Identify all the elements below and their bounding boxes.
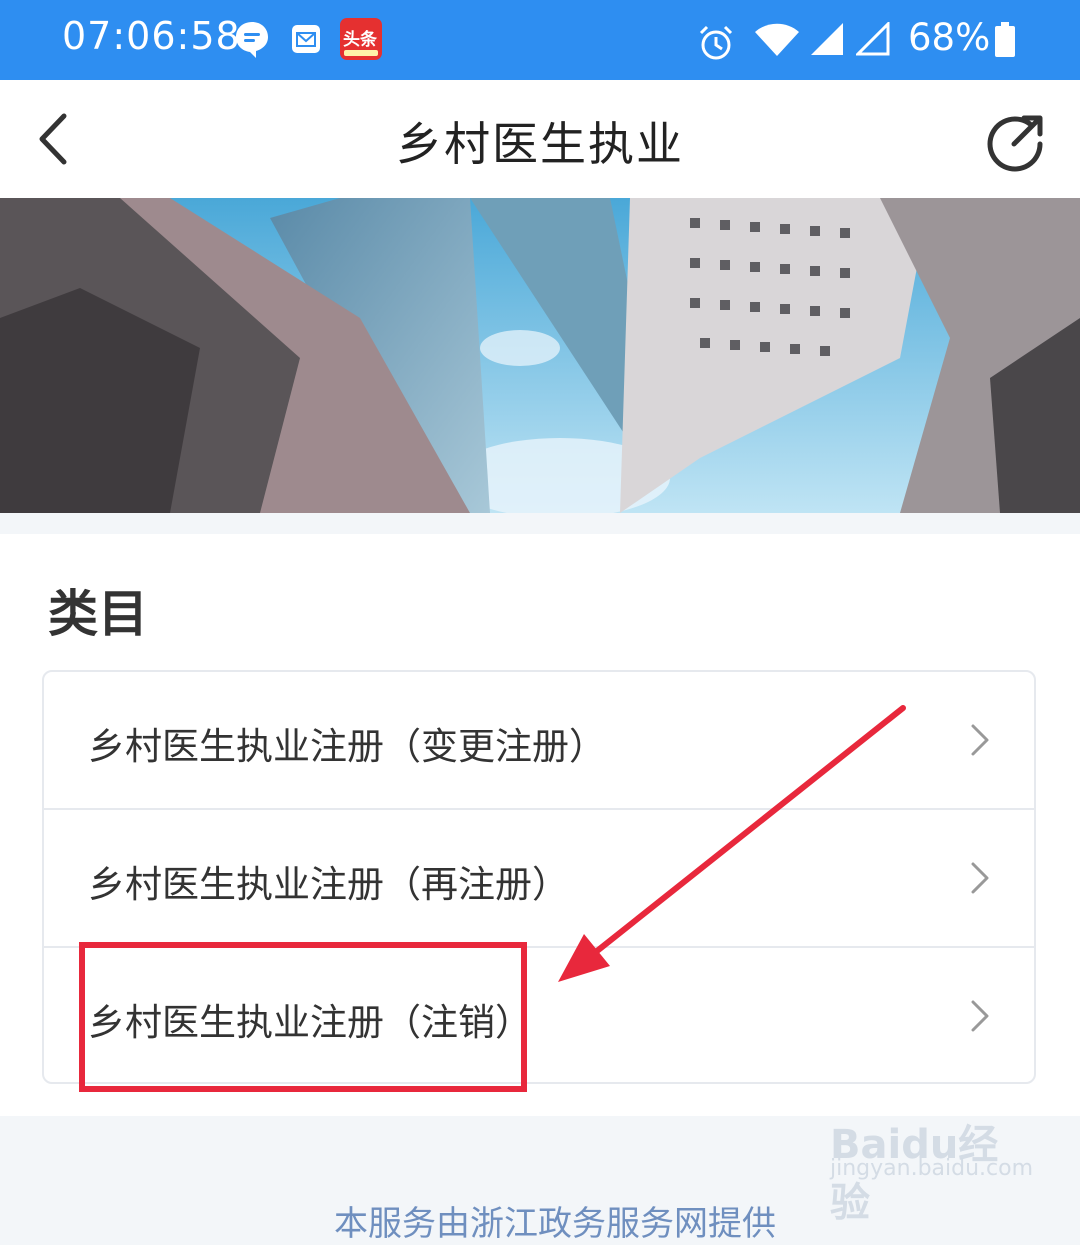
- nav-bar: 乡村医生执业: [0, 80, 1080, 198]
- chevron-right-icon: [971, 724, 989, 756]
- list-item-cancellation[interactable]: 乡村医生执业注册（注销）: [44, 948, 1034, 1086]
- section-heading: 类目: [48, 585, 148, 643]
- status-time: 07:06:58: [62, 14, 241, 58]
- category-section: 类目 乡村医生执业注册（变更注册） 乡村医生执业注册（再注册） 乡村医生执业注册…: [0, 534, 1080, 1116]
- list-item-label: 乡村医生执业注册（变更注册）: [88, 725, 606, 768]
- list-item-label: 乡村医生执业注册（再注册）: [88, 863, 569, 906]
- list-item-label: 乡村医生执业注册（注销）: [88, 1001, 532, 1044]
- mail-icon: [292, 25, 320, 53]
- list-item-change-registration[interactable]: 乡村医生执业注册（变更注册）: [44, 672, 1034, 810]
- banner-image: [0, 198, 1080, 513]
- toutiao-app-icon: 头条: [340, 18, 382, 60]
- chevron-right-icon: [971, 1000, 989, 1032]
- wifi-icon: [755, 23, 799, 56]
- alarm-icon: [699, 25, 733, 60]
- chevron-right-icon: [971, 862, 989, 894]
- signal-icon: [856, 22, 890, 56]
- status-bar: 07:06:58 头条 68%: [0, 0, 1080, 80]
- baidu-watermark: Baidu经验 jingyan.baidu.com: [826, 1092, 1036, 1226]
- chat-icon: [236, 22, 268, 58]
- list-item-re-registration[interactable]: 乡村医生执业注册（再注册）: [44, 810, 1034, 948]
- battery-percent: 68%: [908, 16, 991, 59]
- battery-icon: [995, 22, 1015, 57]
- toutiao-label: 头条: [343, 30, 377, 50]
- page-title: 乡村医生执业: [396, 117, 684, 171]
- share-icon[interactable]: [986, 112, 1046, 172]
- footer-text: 本服务由浙江政务服务网提供: [334, 1204, 776, 1244]
- category-list: 乡村医生执业注册（变更注册） 乡村医生执业注册（再注册） 乡村医生执业注册（注销…: [42, 670, 1036, 1084]
- signal-icon: [811, 23, 843, 55]
- watermark-url: jingyan.baidu.com: [830, 1156, 1034, 1181]
